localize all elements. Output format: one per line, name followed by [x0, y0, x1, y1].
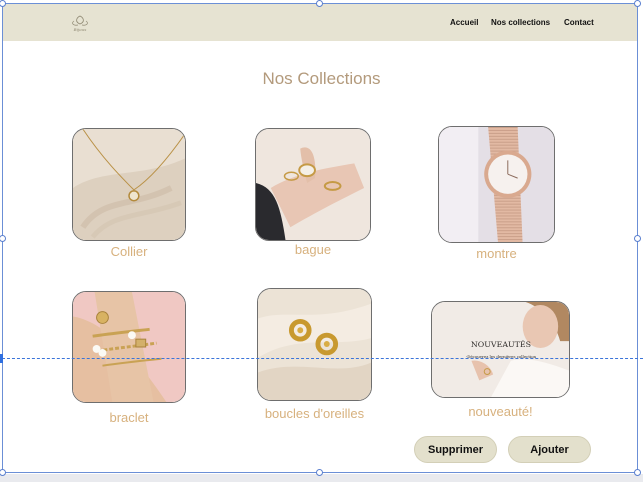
alignment-guide: [2, 358, 643, 359]
resize-handle[interactable]: [316, 0, 323, 7]
guide-handle[interactable]: [0, 354, 3, 363]
resize-handle[interactable]: [634, 0, 641, 7]
resize-handle[interactable]: [316, 469, 323, 476]
resize-handle[interactable]: [634, 469, 641, 476]
resize-handle[interactable]: [634, 235, 641, 242]
selection-frame: [2, 3, 638, 473]
